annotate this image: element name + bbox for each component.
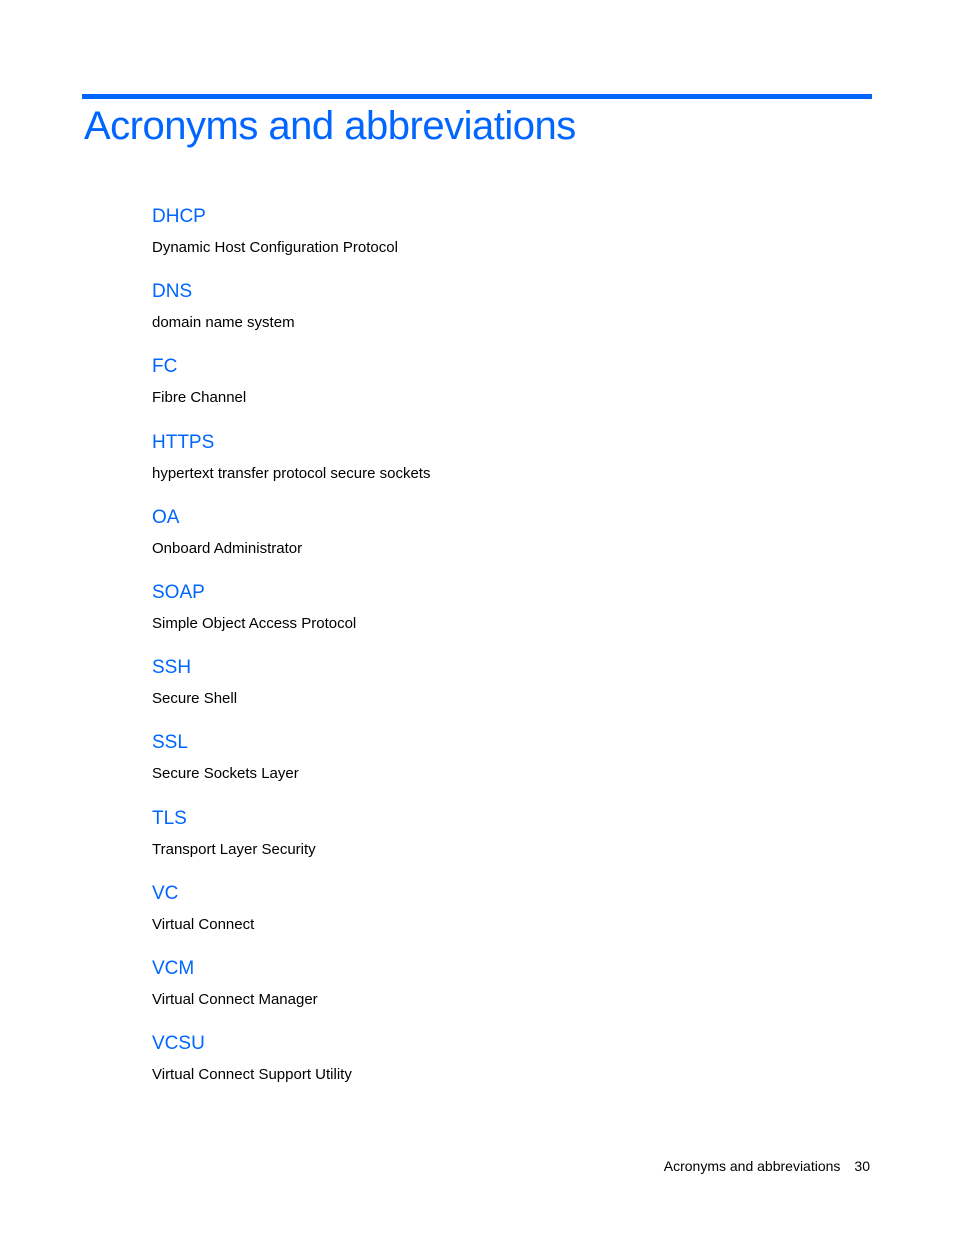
acronym-entry: FC Fibre Channel: [152, 354, 430, 429]
acronym-definition: domain name system: [152, 314, 295, 332]
acronym-definition: Secure Sockets Layer: [152, 765, 299, 783]
title-rule: [82, 94, 872, 99]
acronym-definition: Virtual Connect Manager: [152, 990, 318, 1008]
acronym-definition: Fibre Channel: [152, 389, 247, 407]
acronym-term: VCSU: [152, 1033, 205, 1055]
acronym-term: SSL: [152, 732, 188, 754]
acronym-term: TLS: [152, 807, 187, 829]
acronym-term: DNS: [152, 281, 193, 303]
acronym-entry: VCM Virtual Connect Manager: [152, 956, 430, 1031]
page-number: 30: [854, 1158, 870, 1174]
acronym-definition: Dynamic Host Configuration Protocol: [152, 239, 398, 256]
acronym-entry: VCSU Virtual Connect Support Utility: [152, 1031, 430, 1106]
acronym-entry: TLS Transport Layer Security: [152, 806, 430, 881]
acronym-entry: OA Onboard Administrator: [152, 505, 430, 580]
page-footer: Acronyms and abbreviations 30: [664, 1158, 870, 1174]
acronym-term: DHCP: [152, 206, 206, 227]
acronym-definition: Virtual Connect: [152, 915, 255, 933]
acronym-term: HTTPS: [152, 431, 215, 453]
acronym-definition: Secure Shell: [152, 690, 238, 708]
acronym-list: DHCP Dynamic Host Configuration Protocol…: [152, 204, 430, 1106]
acronym-term: FC: [152, 356, 178, 378]
acronym-definition: Transport Layer Security: [152, 840, 316, 858]
acronym-definition: Onboard Administrator: [152, 539, 303, 557]
page-title: Acronyms and abbreviations: [84, 104, 576, 148]
acronym-term: SOAP: [152, 581, 205, 603]
acronym-entry: SOAP Simple Object Access Protocol: [152, 580, 430, 655]
acronym-entry: SSL Secure Sockets Layer: [152, 730, 430, 805]
acronym-definition: hypertext transfer protocol secure socke…: [152, 464, 431, 482]
acronym-entry: HTTPS hypertext transfer protocol secure…: [152, 430, 430, 505]
acronym-entry: DNS domain name system: [152, 279, 430, 354]
acronym-term: SSH: [152, 657, 192, 679]
acronym-term: OA: [152, 506, 180, 528]
acronym-entry: SSH Secure Shell: [152, 655, 430, 730]
acronym-term: VCM: [152, 957, 195, 979]
acronym-definition: Simple Object Access Protocol: [152, 614, 357, 632]
acronym-term: VC: [152, 882, 179, 904]
acronym-definition: Virtual Connect Support Utility: [152, 1066, 352, 1084]
footer-section-title: Acronyms and abbreviations: [663, 1158, 841, 1174]
acronym-entry: VC Virtual Connect: [152, 881, 430, 956]
acronym-entry: DHCP Dynamic Host Configuration Protocol: [152, 204, 430, 279]
